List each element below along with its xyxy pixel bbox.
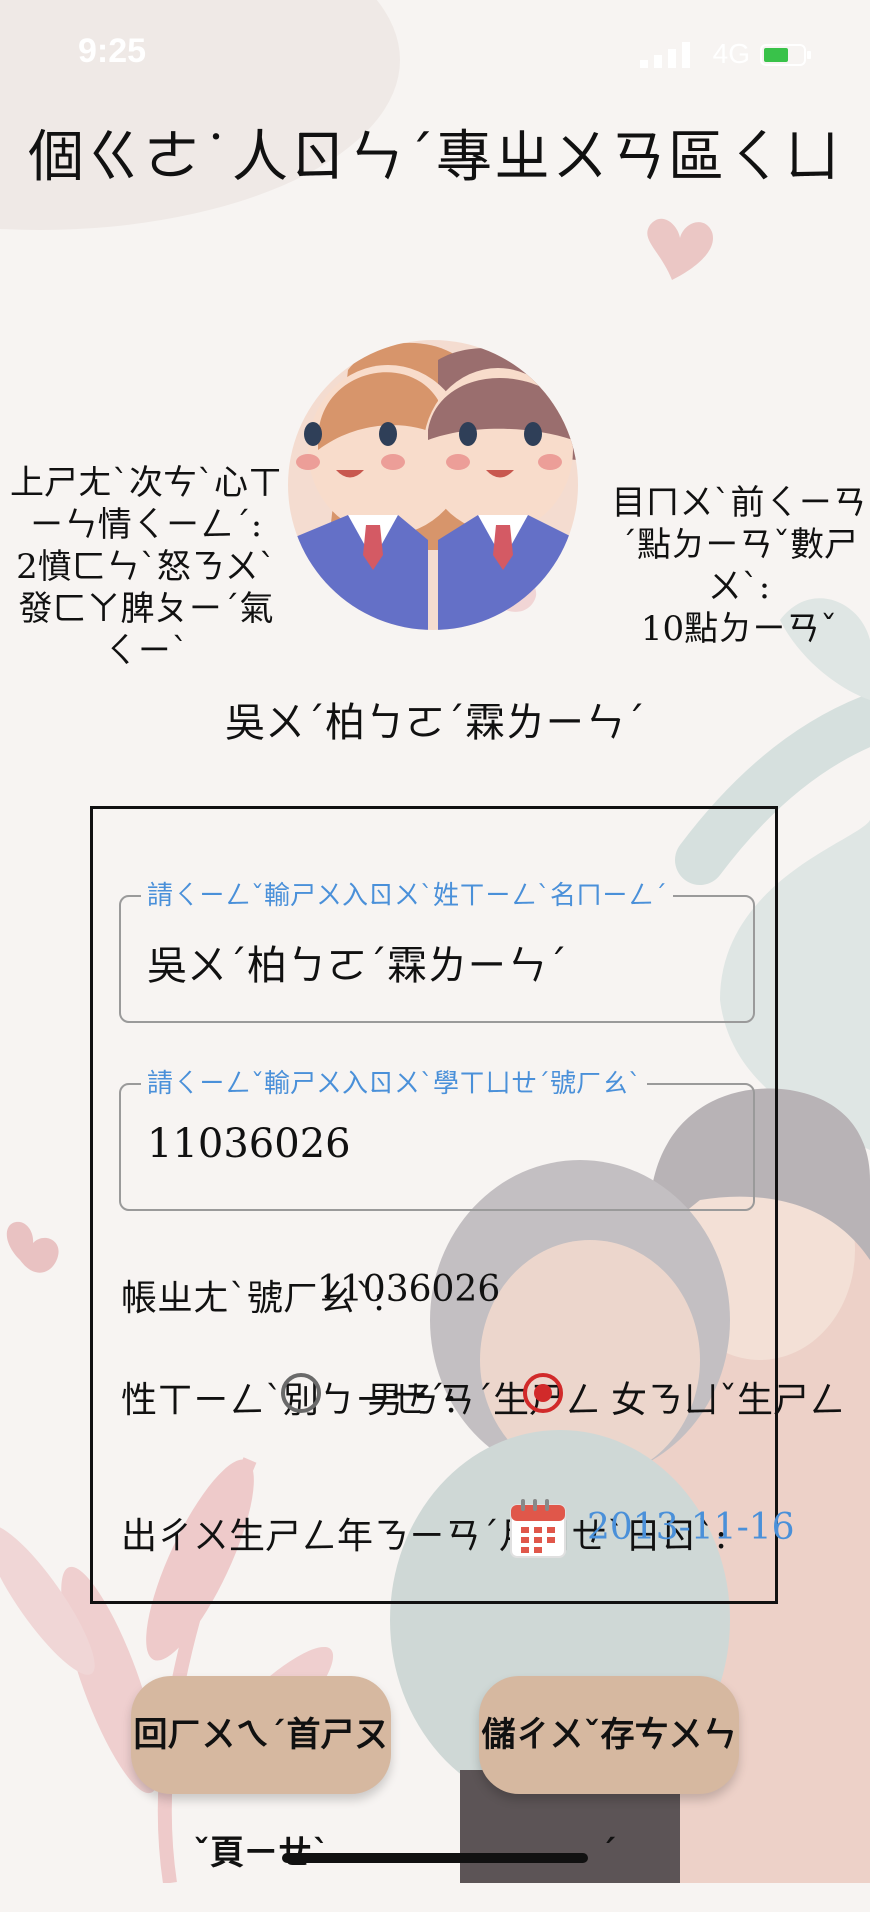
female-label[interactable]: 女ㄋㄩˇ生ㄕㄥ: [611, 1371, 845, 1423]
birthday-value[interactable]: 2013-11-16: [587, 1507, 795, 1548]
student-id-field[interactable]: 請ㄑㄧㄥˇ輸ㄕㄨ入ㄖㄨˋ學ㄒㄩㄝˊ號ㄏㄠˋ 11036026: [119, 1063, 755, 1211]
gender-row: 性ㄒㄧㄥˋ別ㄅㄧㄝˊ: 男ㄋㄢˊ生ㄕㄥ 女ㄋㄩˇ生ㄕㄥ: [121, 1371, 845, 1423]
status-bar: 9:25 4G: [0, 0, 870, 110]
name-field-value[interactable]: 吳ㄨˊ柏ㄅㄛˊ霖ㄌㄧㄣˊ: [147, 933, 567, 991]
status-time: 9:25: [78, 32, 147, 70]
male-label[interactable]: 男ㄋㄢˊ生ㄕㄥ: [367, 1371, 601, 1423]
home-indicator: [282, 1853, 588, 1863]
avatar-illustration: [288, 340, 578, 630]
avatar[interactable]: [288, 340, 578, 630]
name-field[interactable]: 請ㄑㄧㄥˇ輸ㄕㄨ入ㄖㄨˋ姓ㄒㄧㄥˋ名ㄇㄧㄥˊ 吳ㄨˊ柏ㄅㄛˊ霖ㄌㄧㄣˊ: [119, 875, 755, 1023]
points-label: 目ㄇㄨˋ前ㄑㄧㄢˊ點ㄉㄧㄢˇ數ㄕㄨˋ:: [611, 483, 867, 607]
account-value: 11036026: [317, 1269, 501, 1310]
points-value: 10點ㄉㄧㄢˇ: [640, 609, 838, 649]
battery-icon: [760, 44, 811, 66]
birthday-row: 出ㄔㄨ生ㄕㄥ年ㄋㄧㄢˊ月ㄩㄝˋ日ㄖˋ: 2013-11-16: [121, 1499, 795, 1567]
male-radio[interactable]: [281, 1373, 321, 1413]
female-radio[interactable]: [523, 1373, 563, 1413]
calendar-icon[interactable]: [509, 1497, 567, 1559]
name-field-label: 請ㄑㄧㄥˇ輸ㄕㄨ入ㄖㄨˋ姓ㄒㄧㄥˋ名ㄇㄧㄥˊ: [141, 875, 674, 912]
username: 吳ㄨˊ柏ㄅㄛˊ霖ㄌㄧㄣˊ: [225, 700, 645, 746]
profile-form: 請ㄑㄧㄥˇ輸ㄕㄨ入ㄖㄨˋ姓ㄒㄧㄥˋ名ㄇㄧㄥˊ 吳ㄨˊ柏ㄅㄛˊ霖ㄌㄧㄣˊ 請ㄑㄧㄥ…: [90, 806, 845, 1604]
last-mood-value: 2憤ㄈㄣˋ怒ㄋㄨˋ發ㄈㄚ脾ㄆㄧˊ氣ㄑㄧˋ: [16, 547, 276, 671]
last-mood-label: 上ㄕㄤˋ次ㄘˋ心ㄒㄧㄣ情ㄑㄧㄥˊ:: [10, 463, 282, 545]
last-mood-info: 上ㄕㄤˋ次ㄘˋ心ㄒㄧㄣ情ㄑㄧㄥˊ: 2憤ㄈㄣˋ怒ㄋㄨˋ發ㄈㄚ脾ㄆㄧˊ氣ㄑㄧˋ: [6, 462, 286, 672]
network-label: 4G: [712, 38, 750, 69]
page-title: 個ㄍㄜ˙人ㄖㄣˊ專ㄓㄨㄢ區ㄑㄩ: [28, 125, 842, 190]
home-button[interactable]: 回ㄏㄨㄟˊ首ㄕㄡˇ頁ㄧㄝˋ: [131, 1676, 391, 1873]
student-id-field-value[interactable]: 11036026: [147, 1121, 351, 1167]
save-button[interactable]: 儲ㄔㄨˇ存ㄘㄨㄣˊ: [479, 1676, 739, 1873]
student-id-field-label: 請ㄑㄧㄥˇ輸ㄕㄨ入ㄖㄨˋ學ㄒㄩㄝˊ號ㄏㄠˋ: [141, 1063, 648, 1100]
account-row: 帳ㄓㄤˋ號ㄏㄠˋ: 11036026: [121, 1269, 500, 1321]
points-info: 目ㄇㄨˋ前ㄑㄧㄢˊ點ㄉㄧㄢˇ數ㄕㄨˋ: 10點ㄉㄧㄢˇ: [610, 482, 868, 650]
signal-icon: [640, 42, 690, 68]
